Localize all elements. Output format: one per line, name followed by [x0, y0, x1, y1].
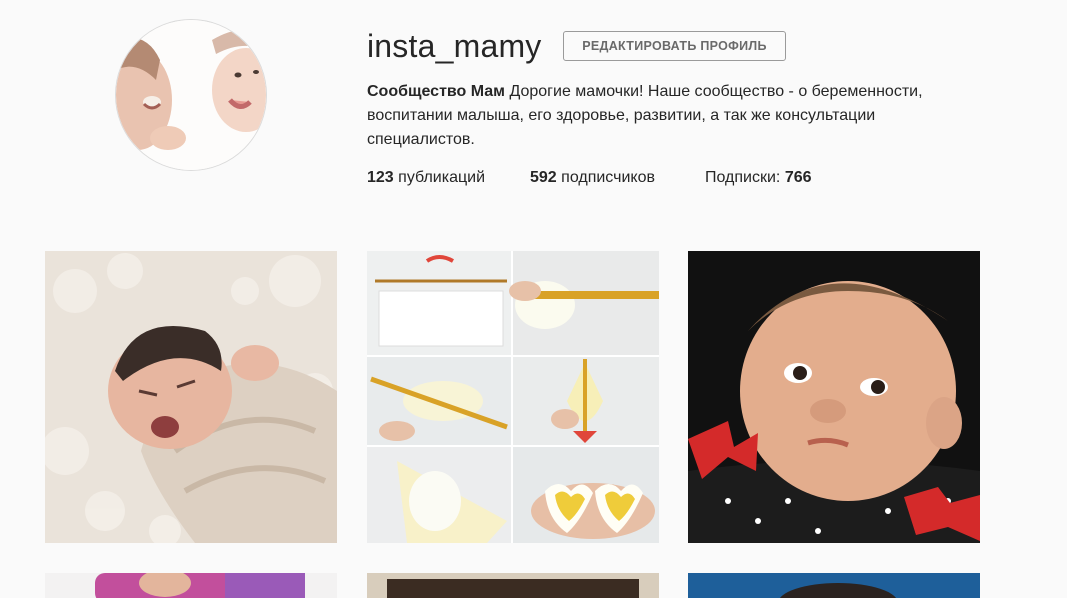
profile-avatar[interactable] [115, 19, 267, 171]
baby-blue-background-photo-icon [688, 573, 980, 598]
mother-and-baby-icon [116, 20, 266, 170]
post-tile-baby-bow[interactable] [688, 251, 980, 543]
following-count: 766 [784, 169, 812, 186]
post-tile-newborn[interactable] [45, 251, 337, 543]
baby-with-red-bow-photo-icon [688, 251, 980, 543]
stat-following[interactable]: Подписки: 766 [705, 167, 812, 189]
profile-bio: Сообщество Мам Дорогие мамочки! Наше соо… [367, 80, 987, 152]
posts-label: публикаций [398, 169, 486, 186]
following-label: Подписки: [705, 169, 781, 186]
profile-full-name: Сообщество Мам [367, 83, 506, 100]
followers-label: подписчиков [561, 169, 655, 186]
followers-count: 592 [530, 169, 557, 186]
post-tile-pink-bottle[interactable] [45, 573, 337, 598]
stat-posts[interactable]: 123 публикаций [367, 167, 485, 189]
heart-shaped-egg-tutorial-photo-icon [367, 251, 659, 543]
pink-bottle-photo-icon [45, 573, 337, 598]
newborn-yawning-photo-icon [45, 251, 337, 543]
post-tile-egg-tutorial[interactable] [367, 251, 659, 543]
post-tile-brown[interactable] [367, 573, 659, 598]
brown-photo-icon [367, 573, 659, 598]
post-tile-baby-blue[interactable] [688, 573, 980, 598]
posts-count: 123 [367, 169, 394, 186]
edit-profile-button[interactable]: РЕДАКТИРОВАТЬ ПРОФИЛЬ [563, 31, 786, 61]
profile-page: insta_mamy РЕДАКТИРОВАТЬ ПРОФИЛЬ Сообщес… [0, 0, 1067, 598]
username: insta_mamy [367, 28, 542, 64]
stat-followers[interactable]: 592 подписчиков [530, 167, 655, 189]
